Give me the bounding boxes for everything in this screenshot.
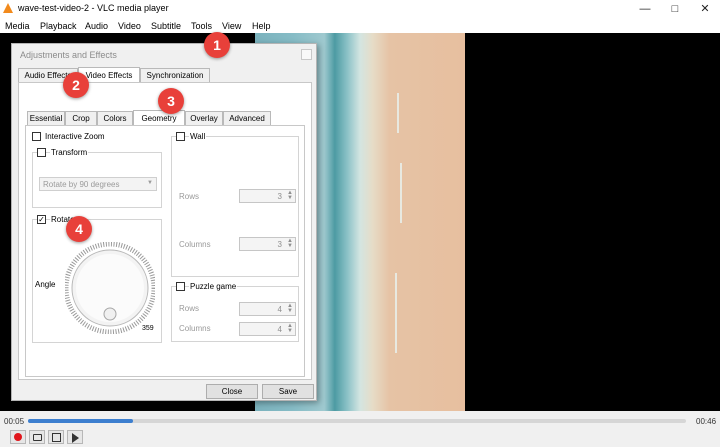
puzzle-rows-label: Rows <box>179 304 200 313</box>
rows-value: 3 <box>277 192 282 201</box>
tab-colors[interactable]: Colors <box>97 111 133 125</box>
menu-subtitle[interactable]: Subtitle <box>151 21 181 31</box>
menu-view[interactable]: View <box>222 21 241 31</box>
angle-dial[interactable] <box>65 242 155 334</box>
transform-checkbox[interactable] <box>37 148 46 157</box>
columns-spinbox[interactable]: 3 ▲ ▼ <box>239 237 296 251</box>
geometry-panel: Interactive Zoom Transform Rotate by 90 … <box>25 125 305 377</box>
camera-icon <box>33 434 42 441</box>
rotate-checkbox[interactable]: ✓ <box>37 215 46 224</box>
spin-arrows-icon: ▲ ▼ <box>287 190 293 201</box>
chevron-down-icon: ▼ <box>147 180 153 186</box>
menu-audio[interactable]: Audio <box>85 21 108 31</box>
transform-select[interactable]: Rotate by 90 degrees ▼ <box>39 177 157 191</box>
step-badge-2: 2 <box>63 72 89 98</box>
step-badge-1: 1 <box>204 32 230 58</box>
rows-label: Rows <box>179 192 200 201</box>
record-icon <box>14 433 22 441</box>
dialog-close-icon[interactable] <box>301 49 312 60</box>
tab-synchronization[interactable]: Synchronization <box>140 68 210 82</box>
wall-group: Wall Rows 3 ▲ ▼ Columns 3 ▲ ▼ <box>171 132 299 277</box>
menu-video[interactable]: Video <box>118 21 141 31</box>
loop-ab-button[interactable] <box>48 430 64 444</box>
close-button[interactable]: Close <box>206 384 258 399</box>
video-effects-panel: Essential Crop Colors Geometry Overlay A… <box>18 82 312 380</box>
window-title: wave-test-video-2 - VLC media player <box>18 3 169 13</box>
menu-bar: Media Playback Audio Video Subtitle Tool… <box>0 17 720 33</box>
puzzle-columns-label: Columns <box>179 324 211 333</box>
puzzle-columns-value: 4 <box>277 325 282 334</box>
puzzle-group: Puzzle game Rows 4 ▲ ▼ Columns 4 ▲ ▼ <box>171 282 299 342</box>
puzzle-checkbox[interactable] <box>176 282 185 291</box>
rows-spinbox[interactable]: 3 ▲ ▼ <box>239 189 296 203</box>
record-button[interactable] <box>10 430 26 444</box>
save-button[interactable]: Save <box>262 384 314 399</box>
menu-tools[interactable]: Tools <box>191 21 212 31</box>
puzzle-label: Puzzle game <box>189 282 238 291</box>
total-time: 00:46 <box>696 417 717 426</box>
puzzle-rows-spinbox[interactable]: 4 ▲ ▼ <box>239 302 296 316</box>
transform-select-value: Rotate by 90 degrees <box>43 180 120 189</box>
columns-value: 3 <box>277 240 282 249</box>
menu-playback[interactable]: Playback <box>40 21 77 31</box>
step-badge-3: 3 <box>158 88 184 114</box>
tab-essential[interactable]: Essential <box>27 111 65 125</box>
step-badge-4: 4 <box>66 216 92 242</box>
menu-help[interactable]: Help <box>252 21 271 31</box>
minimize-icon[interactable]: — <box>630 0 660 17</box>
tab-advanced[interactable]: Advanced <box>223 111 271 125</box>
wall-label: Wall <box>189 132 207 141</box>
title-bar: wave-test-video-2 - VLC media player — □… <box>0 0 720 17</box>
tab-overlay[interactable]: Overlay <box>185 111 223 125</box>
seek-bar[interactable] <box>28 419 686 423</box>
wall-checkbox[interactable] <box>176 132 185 141</box>
interactive-zoom-label: Interactive Zoom <box>45 132 105 141</box>
seek-progress <box>28 419 134 423</box>
angle-value: 359 <box>142 325 154 332</box>
snapshot-button[interactable] <box>29 430 45 444</box>
wave-foam <box>395 273 397 353</box>
columns-label: Columns <box>179 240 211 249</box>
interactive-zoom-checkbox[interactable] <box>32 132 41 141</box>
dialog-title: Adjustments and Effects <box>20 50 117 60</box>
puzzle-rows-value: 4 <box>277 305 282 314</box>
transform-label: Transform <box>50 148 89 157</box>
frame-step-icon <box>72 433 79 443</box>
rotate-group: ✓ Rotate Angle 359 <box>32 215 162 343</box>
frame-step-button[interactable] <box>67 430 83 444</box>
spin-arrows-icon: ▲ ▼ <box>287 303 293 314</box>
spin-arrows-icon: ▲ ▼ <box>287 238 293 249</box>
player-controls: 00:05 00:46 <box>0 411 720 447</box>
wave-foam <box>400 163 402 223</box>
close-icon[interactable]: ✕ <box>690 0 720 17</box>
spin-arrows-icon: ▲ ▼ <box>287 323 293 334</box>
vlc-cone-icon <box>3 3 13 13</box>
transform-group: Transform Rotate by 90 degrees ▼ <box>32 148 162 208</box>
menu-media[interactable]: Media <box>5 21 30 31</box>
angle-label: Angle <box>35 280 56 289</box>
puzzle-columns-spinbox[interactable]: 4 ▲ ▼ <box>239 322 296 336</box>
loop-icon <box>52 433 61 442</box>
elapsed-time: 00:05 <box>4 417 25 426</box>
maximize-icon[interactable]: □ <box>660 0 690 17</box>
wave-foam <box>397 93 399 133</box>
tab-crop[interactable]: Crop <box>65 111 97 125</box>
